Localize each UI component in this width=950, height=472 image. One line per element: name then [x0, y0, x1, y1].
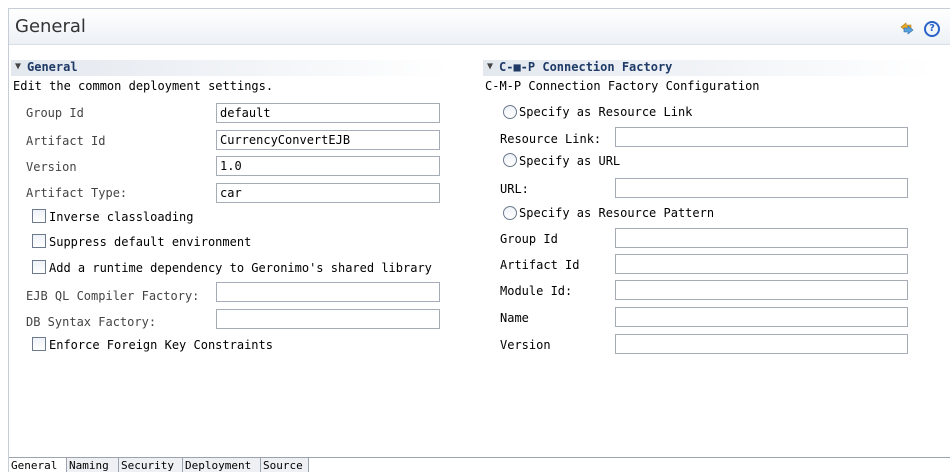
cmp-group-id-input[interactable] [615, 228, 908, 248]
module-id-input[interactable] [615, 280, 908, 300]
name-input[interactable] [615, 307, 908, 327]
version-input[interactable] [216, 156, 440, 176]
resource-link-label: Resource Link: [500, 132, 602, 146]
artifact-type-label: Artifact Type: [26, 186, 128, 200]
general-section-header[interactable]: ▼ General [11, 60, 451, 76]
cmp-version-label: Version [500, 338, 551, 352]
editor-tab-bar: General Naming Security Deployment Sourc… [9, 457, 950, 472]
suppress-default-env-checkbox[interactable] [32, 234, 46, 248]
ejb-ql-compiler-factory-input[interactable] [216, 282, 440, 302]
editor-page: General ? ▼ General Edit the common depl… [8, 8, 950, 472]
cmp-version-input[interactable] [615, 334, 908, 354]
resource-pattern-radio-label: Specify as Resource Pattern [519, 206, 715, 220]
artifact-type-input[interactable] [216, 183, 440, 203]
url-radio[interactable] [503, 153, 517, 167]
suppress-default-env-label: Suppress default environment [49, 235, 252, 249]
tab-general[interactable]: General [9, 458, 67, 472]
url-radio-label: Specify as URL [519, 154, 621, 168]
db-syntax-factory-input[interactable] [216, 309, 440, 329]
group-id-input[interactable] [216, 103, 440, 123]
collapse-triangle-icon[interactable]: ▼ [487, 61, 493, 72]
url-label: URL: [500, 182, 529, 196]
artifact-id-input[interactable] [216, 130, 440, 150]
runtime-dependency-checkbox[interactable] [32, 260, 46, 274]
version-label: Version [26, 160, 77, 174]
cmp-section-title: C-■-P Connection Factory [499, 60, 673, 74]
resource-link-radio-label: Specify as Resource Link [519, 105, 693, 119]
runtime-dependency-label: Add a runtime dependency to Geronimo's s… [49, 261, 432, 275]
general-description: Edit the common deployment settings. [13, 79, 274, 93]
ejb-ql-compiler-factory-label: EJB QL Compiler Factory: [26, 289, 200, 303]
resource-link-radio[interactable] [503, 105, 517, 119]
cmp-section-header[interactable]: ▼ C-■-P Connection Factory [483, 60, 933, 76]
resource-pattern-radio[interactable] [503, 206, 517, 220]
tab-naming[interactable]: Naming [67, 458, 119, 472]
cmp-artifact-id-input[interactable] [615, 254, 908, 274]
cmp-description: C-M-P Connection Factory Configuration [485, 79, 760, 93]
enforce-foreign-key-label: Enforce Foreign Key Constraints [49, 338, 273, 352]
help-icon[interactable]: ? [924, 21, 940, 37]
sync-icon[interactable] [899, 21, 915, 35]
inverse-classloading-checkbox[interactable] [32, 209, 46, 223]
name-label: Name [500, 311, 529, 325]
tab-security[interactable]: Security [119, 458, 183, 472]
cmp-artifact-id-label: Artifact Id [500, 258, 580, 272]
group-id-label: Group Id [26, 106, 84, 120]
db-syntax-factory-label: DB Syntax Factory: [26, 315, 157, 329]
url-input[interactable] [615, 178, 908, 198]
general-section-title: General [27, 60, 78, 74]
enforce-foreign-key-checkbox[interactable] [32, 337, 46, 351]
artifact-id-label: Artifact Id [26, 134, 106, 148]
page-title: General [15, 16, 86, 37]
inverse-classloading-label: Inverse classloading [49, 210, 194, 224]
tab-source[interactable]: Source [261, 458, 309, 472]
tab-deployment[interactable]: Deployment [183, 458, 261, 472]
cmp-group-id-label: Group Id [500, 232, 558, 246]
module-id-label: Module Id: [500, 284, 573, 298]
resource-link-input[interactable] [615, 127, 908, 147]
collapse-triangle-icon[interactable]: ▼ [15, 61, 21, 72]
page-header: General ? [9, 9, 950, 45]
